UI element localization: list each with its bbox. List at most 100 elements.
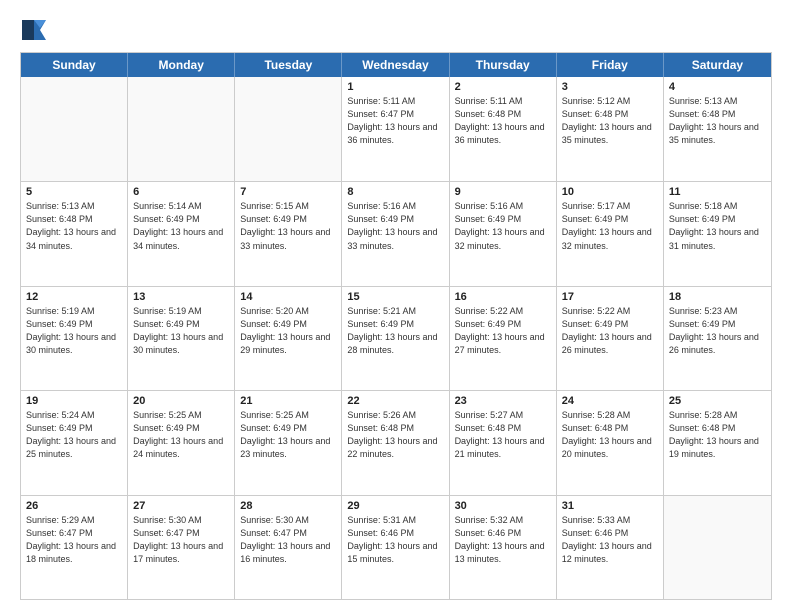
day-info: Sunrise: 5:11 AM Sunset: 6:47 PM Dayligh… — [347, 95, 443, 147]
cal-week-5: 26 Sunrise: 5:29 AM Sunset: 6:47 PM Dayli… — [21, 495, 771, 599]
day-number: 19 — [26, 395, 122, 407]
day-number: 12 — [26, 291, 122, 303]
day-info: Sunrise: 5:21 AM Sunset: 6:49 PM Dayligh… — [347, 305, 443, 357]
day-number: 26 — [26, 500, 122, 512]
day-info: Sunrise: 5:28 AM Sunset: 6:48 PM Dayligh… — [562, 409, 658, 461]
calendar-header-row: SundayMondayTuesdayWednesdayThursdayFrid… — [21, 53, 771, 77]
day-number: 3 — [562, 81, 658, 93]
cal-cell: 4Sunrise: 5:13 AM Sunset: 6:48 PM Daylig… — [664, 77, 771, 181]
cal-cell: 5Sunrise: 5:13 AM Sunset: 6:48 PM Daylig… — [21, 182, 128, 285]
cal-cell: 30 Sunrise: 5:32 AM Sunset: 6:46 PM Dayli… — [450, 496, 557, 599]
day-number: 17 — [562, 291, 658, 303]
cal-cell: 16Sunrise: 5:22 AM Sunset: 6:49 PM Dayli… — [450, 287, 557, 390]
cal-header-thursday: Thursday — [450, 53, 557, 77]
header — [20, 16, 772, 44]
day-info: Sunrise: 5:17 AM Sunset: 6:49 PM Dayligh… — [562, 200, 658, 252]
day-number: 27 — [133, 500, 229, 512]
day-number: 23 — [455, 395, 551, 407]
calendar-body: 1 Sunrise: 5:11 AM Sunset: 6:47 PM Daylig… — [21, 77, 771, 599]
day-number: 6 — [133, 186, 229, 198]
day-info: Sunrise: 5:31 AM Sunset: 6:46 PM Dayligh… — [347, 514, 443, 566]
cal-cell: 22 Sunrise: 5:26 AM Sunset: 6:48 PM Dayli… — [342, 391, 449, 494]
cal-cell: 20 Sunrise: 5:25 AM Sunset: 6:49 PM Dayli… — [128, 391, 235, 494]
cal-week-2: 5Sunrise: 5:13 AM Sunset: 6:48 PM Daylig… — [21, 181, 771, 285]
cal-cell: 7Sunrise: 5:15 AM Sunset: 6:49 PM Daylig… — [235, 182, 342, 285]
cal-cell: 8 Sunrise: 5:16 AM Sunset: 6:49 PM Daylig… — [342, 182, 449, 285]
day-info: Sunrise: 5:25 AM Sunset: 6:49 PM Dayligh… — [240, 409, 336, 461]
cal-week-1: 1 Sunrise: 5:11 AM Sunset: 6:47 PM Daylig… — [21, 77, 771, 181]
cal-header-tuesday: Tuesday — [235, 53, 342, 77]
logo — [20, 16, 52, 44]
day-number: 15 — [347, 291, 443, 303]
day-info: Sunrise: 5:18 AM Sunset: 6:49 PM Dayligh… — [669, 200, 766, 252]
day-number: 4 — [669, 81, 766, 93]
logo-icon — [20, 16, 48, 44]
day-info: Sunrise: 5:32 AM Sunset: 6:46 PM Dayligh… — [455, 514, 551, 566]
cal-cell: 2Sunrise: 5:11 AM Sunset: 6:48 PM Daylig… — [450, 77, 557, 181]
cal-cell: 24 Sunrise: 5:28 AM Sunset: 6:48 PM Dayli… — [557, 391, 664, 494]
day-number: 8 — [347, 186, 443, 198]
day-info: Sunrise: 5:12 AM Sunset: 6:48 PM Dayligh… — [562, 95, 658, 147]
day-number: 18 — [669, 291, 766, 303]
cal-cell: 28 Sunrise: 5:30 AM Sunset: 6:47 PM Dayli… — [235, 496, 342, 599]
day-number: 29 — [347, 500, 443, 512]
cal-header-saturday: Saturday — [664, 53, 771, 77]
calendar: SundayMondayTuesdayWednesdayThursdayFrid… — [20, 52, 772, 600]
cal-header-monday: Monday — [128, 53, 235, 77]
cal-header-wednesday: Wednesday — [342, 53, 449, 77]
day-number: 30 — [455, 500, 551, 512]
day-info: Sunrise: 5:29 AM Sunset: 6:47 PM Dayligh… — [26, 514, 122, 566]
cal-cell: 25Sunrise: 5:28 AM Sunset: 6:48 PM Dayli… — [664, 391, 771, 494]
cal-cell: 12 Sunrise: 5:19 AM Sunset: 6:49 PM Dayli… — [21, 287, 128, 390]
cal-header-friday: Friday — [557, 53, 664, 77]
day-number: 31 — [562, 500, 658, 512]
cal-cell: 17Sunrise: 5:22 AM Sunset: 6:49 PM Dayli… — [557, 287, 664, 390]
day-info: Sunrise: 5:27 AM Sunset: 6:48 PM Dayligh… — [455, 409, 551, 461]
day-info: Sunrise: 5:28 AM Sunset: 6:48 PM Dayligh… — [669, 409, 766, 461]
day-info: Sunrise: 5:24 AM Sunset: 6:49 PM Dayligh… — [26, 409, 122, 461]
cal-cell: 18 Sunrise: 5:23 AM Sunset: 6:49 PM Dayli… — [664, 287, 771, 390]
cal-cell: 10 Sunrise: 5:17 AM Sunset: 6:49 PM Dayli… — [557, 182, 664, 285]
cal-cell: 13Sunrise: 5:19 AM Sunset: 6:49 PM Dayli… — [128, 287, 235, 390]
day-info: Sunrise: 5:19 AM Sunset: 6:49 PM Dayligh… — [26, 305, 122, 357]
cal-cell: 21 Sunrise: 5:25 AM Sunset: 6:49 PM Dayli… — [235, 391, 342, 494]
cal-cell — [664, 496, 771, 599]
cal-cell: 19 Sunrise: 5:24 AM Sunset: 6:49 PM Dayli… — [21, 391, 128, 494]
cal-cell: 3 Sunrise: 5:12 AM Sunset: 6:48 PM Daylig… — [557, 77, 664, 181]
day-info: Sunrise: 5:23 AM Sunset: 6:49 PM Dayligh… — [669, 305, 766, 357]
day-number: 28 — [240, 500, 336, 512]
day-number: 10 — [562, 186, 658, 198]
day-number: 11 — [669, 186, 766, 198]
cal-week-4: 19 Sunrise: 5:24 AM Sunset: 6:49 PM Dayli… — [21, 390, 771, 494]
day-info: Sunrise: 5:30 AM Sunset: 6:47 PM Dayligh… — [133, 514, 229, 566]
cal-header-sunday: Sunday — [21, 53, 128, 77]
cal-cell: 14Sunrise: 5:20 AM Sunset: 6:49 PM Dayli… — [235, 287, 342, 390]
day-number: 7 — [240, 186, 336, 198]
day-info: Sunrise: 5:16 AM Sunset: 6:49 PM Dayligh… — [347, 200, 443, 252]
cal-cell: 29 Sunrise: 5:31 AM Sunset: 6:46 PM Dayli… — [342, 496, 449, 599]
day-number: 22 — [347, 395, 443, 407]
day-info: Sunrise: 5:22 AM Sunset: 6:49 PM Dayligh… — [455, 305, 551, 357]
cal-cell: 23 Sunrise: 5:27 AM Sunset: 6:48 PM Dayli… — [450, 391, 557, 494]
day-info: Sunrise: 5:33 AM Sunset: 6:46 PM Dayligh… — [562, 514, 658, 566]
day-number: 13 — [133, 291, 229, 303]
cal-cell: 31 Sunrise: 5:33 AM Sunset: 6:46 PM Dayli… — [557, 496, 664, 599]
cal-cell: 6 Sunrise: 5:14 AM Sunset: 6:49 PM Daylig… — [128, 182, 235, 285]
cal-cell — [128, 77, 235, 181]
day-number: 2 — [455, 81, 551, 93]
day-number: 21 — [240, 395, 336, 407]
day-info: Sunrise: 5:30 AM Sunset: 6:47 PM Dayligh… — [240, 514, 336, 566]
day-info: Sunrise: 5:14 AM Sunset: 6:49 PM Dayligh… — [133, 200, 229, 252]
cal-cell: 26 Sunrise: 5:29 AM Sunset: 6:47 PM Dayli… — [21, 496, 128, 599]
day-info: Sunrise: 5:26 AM Sunset: 6:48 PM Dayligh… — [347, 409, 443, 461]
cal-cell: 27 Sunrise: 5:30 AM Sunset: 6:47 PM Dayli… — [128, 496, 235, 599]
cal-cell: 9Sunrise: 5:16 AM Sunset: 6:49 PM Daylig… — [450, 182, 557, 285]
day-number: 20 — [133, 395, 229, 407]
cal-cell: 11 Sunrise: 5:18 AM Sunset: 6:49 PM Dayli… — [664, 182, 771, 285]
page: SundayMondayTuesdayWednesdayThursdayFrid… — [0, 0, 792, 612]
day-info: Sunrise: 5:13 AM Sunset: 6:48 PM Dayligh… — [26, 200, 122, 252]
cal-cell: 15 Sunrise: 5:21 AM Sunset: 6:49 PM Dayli… — [342, 287, 449, 390]
day-number: 1 — [347, 81, 443, 93]
day-number: 24 — [562, 395, 658, 407]
day-info: Sunrise: 5:25 AM Sunset: 6:49 PM Dayligh… — [133, 409, 229, 461]
